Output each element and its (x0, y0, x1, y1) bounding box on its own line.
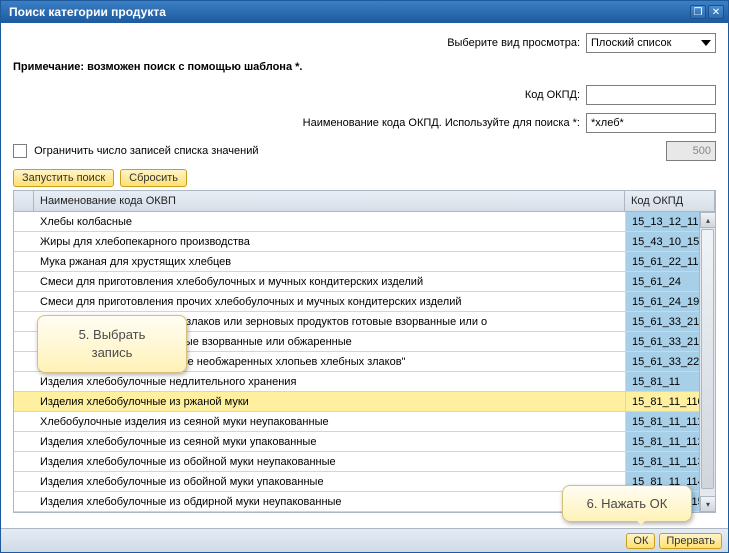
callout-press-ok: 6. Нажать ОК (562, 485, 692, 522)
table-row[interactable]: Хлебобулочные изделия из сеяной муки неу… (14, 412, 715, 432)
row-name: Изделия хлебобулочные из ржаной муки (34, 396, 625, 408)
row-name: Хлебы колбасные (34, 216, 625, 228)
col-name-header[interactable]: Наименование кода ОКВП (34, 191, 625, 211)
col-selector (14, 191, 34, 211)
table-row[interactable]: Изделия хлебобулочные из сеяной муки упа… (14, 432, 715, 452)
row-name: Смеси для приготовления хлебобулочных и … (34, 276, 625, 288)
row-name: Изделия хлебобулочные из обойной муки уп… (34, 476, 625, 488)
view-label: Выберите вид просмотра: (447, 37, 580, 49)
separate-window-icon[interactable]: ❐ (690, 5, 706, 19)
scroll-thumb[interactable] (701, 229, 714, 489)
row-name: Изделия хлебобулочные из обдирной муки н… (34, 496, 625, 508)
table-row[interactable]: Жиры для хлебопекарного производства15_4… (14, 232, 715, 252)
table-row[interactable]: Изделия хлебобулочные из обойной муки не… (14, 452, 715, 472)
dialog-footer: ОК Прервать (1, 528, 728, 552)
cancel-button[interactable]: Прервать (659, 533, 722, 549)
row-name: Хлебобулочные изделия из сеяной муки неу… (34, 416, 625, 428)
view-select[interactable]: Плоский список (586, 33, 716, 53)
name-search-label: Наименование кода ОКПД. Используйте для … (303, 117, 580, 129)
scroll-up-icon[interactable]: ▴ (700, 212, 715, 228)
limit-checkbox[interactable] (13, 144, 27, 158)
limit-checkbox-wrap[interactable]: Ограничить число записей списка значений (13, 144, 259, 158)
callout-select-row: 5. Выбрать запись (37, 315, 187, 373)
close-icon[interactable]: ✕ (708, 5, 724, 19)
reset-button[interactable]: Сбросить (120, 169, 187, 187)
titlebar: Поиск категории продукта ❐ ✕ (1, 1, 728, 23)
limit-label: Ограничить число записей списка значений (34, 145, 258, 157)
row-name: Мука ржаная для хрустящих хлебцев (34, 256, 625, 268)
grid-header: Наименование кода ОКВП Код ОКПД (14, 191, 715, 212)
row-name: Смеси для приготовления прочих хлебобуло… (34, 296, 625, 308)
window-title: Поиск категории продукта (9, 5, 688, 19)
row-name: Изделия хлебобулочные недлительного хран… (34, 376, 625, 388)
code-label: Код ОКПД: (525, 89, 580, 101)
limit-value (666, 141, 716, 161)
table-row[interactable]: Хлебы колбасные15_13_12_115 (14, 212, 715, 232)
col-code-header[interactable]: Код ОКПД (625, 191, 715, 211)
row-name: Жиры для хлебопекарного производства (34, 236, 625, 248)
note-text: Примечание: возможен поиск с помощью шаб… (13, 61, 716, 73)
table-row[interactable]: Смеси для приготовления хлебобулочных и … (14, 272, 715, 292)
scrollbar-vertical[interactable]: ▴ ▾ (699, 212, 715, 512)
row-name: Изделия хлебобулочные из сеяной муки упа… (34, 436, 625, 448)
ok-button[interactable]: ОК (626, 533, 655, 549)
code-input[interactable] (586, 85, 716, 105)
table-row[interactable]: Изделия хлебобулочные из ржаной муки15_8… (14, 392, 715, 412)
dialog-window: Поиск категории продукта ❐ ✕ Выберите ви… (0, 0, 729, 553)
scroll-down-icon[interactable]: ▾ (700, 496, 715, 512)
row-name: Изделия хлебобулочные из обойной муки не… (34, 456, 625, 468)
name-search-input[interactable] (586, 113, 716, 133)
table-row[interactable]: Изделия хлебобулочные недлительного хран… (14, 372, 715, 392)
search-button[interactable]: Запустить поиск (13, 169, 114, 187)
table-row[interactable]: Смеси для приготовления прочих хлебобуло… (14, 292, 715, 312)
table-row[interactable]: Мука ржаная для хрустящих хлебцев15_61_2… (14, 252, 715, 272)
